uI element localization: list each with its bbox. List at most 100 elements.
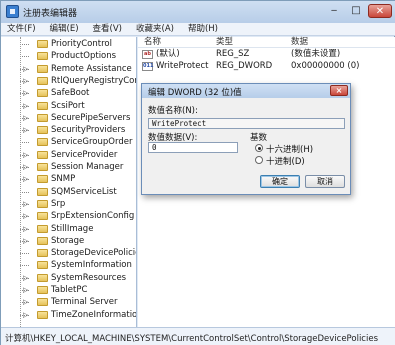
tree-item-label: Terminal Server	[51, 297, 118, 308]
tree-connector	[20, 44, 29, 45]
tree-item[interactable]: ▷ ScsiPort	[1, 100, 136, 112]
tree-item[interactable]: ▷ SrpExtensionConfig	[1, 211, 136, 222]
registry-key-tree[interactable]: PriorityControl ProductOptions ▷ Remote Ass…	[1, 37, 137, 327]
tree-item-label: ScsiPort	[51, 100, 85, 111]
tree-item[interactable]: SQMServiceList	[1, 186, 136, 198]
column-header-data[interactable]: 数据	[291, 37, 308, 48]
tree-item[interactable]: ▷ SafeBoot	[1, 88, 136, 99]
dialog-title-bar: 编辑 DWORD (32 位)值 ×	[142, 84, 350, 98]
tree-item-label: SQMServiceList	[51, 186, 117, 197]
tree-item[interactable]: ▷ TabletPC	[1, 285, 136, 296]
folder-icon	[37, 286, 48, 294]
value-data: 0x00000000 (0)	[291, 61, 360, 71]
value-name-field[interactable]: WriteProtect	[148, 118, 345, 129]
tree-connector	[20, 265, 29, 267]
tree-item[interactable]: ▷ ServiceProvider	[1, 149, 136, 161]
close-button[interactable]: ✕	[368, 4, 392, 18]
tree-item[interactable]: StorageDevicePolicies	[1, 248, 137, 259]
folder-icon	[37, 236, 48, 245]
menu-edit[interactable]: 编辑(E)	[50, 23, 79, 35]
expand-arrow-icon[interactable]: ▷	[23, 175, 28, 183]
expand-arrow-icon[interactable]: ▷	[23, 114, 28, 122]
tree-item-label: Srp	[51, 198, 66, 209]
tree-item[interactable]: ▷ TimeZoneInformation	[1, 310, 136, 321]
cancel-button[interactable]: 取消	[305, 175, 345, 188]
hex-radio-label[interactable]: 十六进制(H)	[266, 143, 313, 155]
tree-item[interactable]: ▷ Remote Assistance	[1, 64, 136, 75]
tree-item[interactable]: ProductOptions	[1, 51, 136, 62]
folder-icon	[37, 273, 48, 282]
folder-icon	[37, 126, 48, 135]
folder-icon	[37, 76, 48, 85]
decimal-radio[interactable]	[255, 156, 263, 164]
tree-item-label: TabletPC	[51, 285, 88, 295]
tree-item[interactable]: ▷ RtlQueryRegistryConf	[1, 76, 136, 87]
expand-arrow-icon[interactable]: ▷	[23, 102, 28, 110]
folder-icon	[37, 163, 48, 171]
menu-favorites[interactable]: 收藏夹(A)	[136, 23, 174, 35]
minimize-button[interactable]: ‒	[324, 4, 344, 18]
tree-item[interactable]: PriorityControl	[1, 39, 136, 50]
folder-icon	[37, 298, 48, 307]
expand-arrow-icon[interactable]: ▷	[23, 89, 28, 97]
tree-item[interactable]: SystemInformation	[1, 260, 136, 271]
string-value-icon: ab	[142, 50, 153, 59]
folder-icon	[37, 249, 48, 258]
expand-arrow-icon[interactable]: ▷	[23, 311, 28, 319]
value-row-writeprotect[interactable]: 011 WriteProtect REG_DWORD 0x00000000 (0…	[138, 61, 395, 72]
menu-file[interactable]: 文件(F)	[7, 23, 36, 35]
tree-item-label: SystemResources	[51, 272, 127, 283]
value-data: (数值未设置)	[291, 49, 341, 59]
expand-arrow-icon[interactable]: ▷	[23, 286, 28, 294]
expand-arrow-icon[interactable]: ▷	[23, 298, 28, 306]
folder-icon	[37, 40, 48, 48]
expand-arrow-icon[interactable]: ▷	[23, 274, 28, 282]
expand-arrow-icon[interactable]: ▷	[23, 77, 28, 85]
tree-item[interactable]: ▷ Session Manager	[1, 162, 136, 173]
registry-editor-window: 注册表编辑器 ‒ □ ✕ 文件(F) 编辑(E) 查看(V) 收藏夹(A) 帮助…	[0, 0, 395, 345]
tree-connector	[20, 253, 29, 255]
menu-bar: 文件(F) 编辑(E) 查看(V) 收藏夹(A) 帮助(H)	[1, 23, 395, 36]
column-header-name[interactable]: 名称	[144, 37, 161, 48]
dword-value-icon: 011	[142, 62, 154, 71]
expand-arrow-icon[interactable]: ▷	[23, 126, 28, 134]
expand-arrow-icon[interactable]: ▷	[23, 200, 28, 208]
expand-arrow-icon[interactable]: ▷	[23, 151, 28, 159]
expand-arrow-icon[interactable]: ▷	[23, 212, 28, 220]
tree-item-label: ServiceGroupOrder	[51, 137, 133, 148]
tree-item-label: StorageDevicePolicies	[51, 248, 137, 259]
tree-item[interactable]: ▷ Storage	[1, 236, 136, 247]
tree-item[interactable]: ▷ Terminal Server	[1, 297, 136, 308]
tree-item[interactable]: ▷ SNMP	[1, 174, 136, 185]
menu-help[interactable]: 帮助(H)	[188, 23, 218, 35]
tree-item[interactable]: ServiceGroupOrder	[1, 137, 136, 148]
edit-dword-dialog: 编辑 DWORD (32 位)值 × 数值名称(N): WriteProtect…	[141, 83, 351, 195]
column-header-type[interactable]: 类型	[216, 37, 233, 48]
tree-item[interactable]: ▷ Srp	[1, 198, 136, 210]
tree-connector	[20, 56, 29, 58]
hex-radio[interactable]	[255, 144, 263, 152]
folder-icon	[37, 89, 48, 98]
tree-item[interactable]: ▷ SystemResources	[1, 272, 136, 284]
tree-guide-line	[20, 37, 21, 327]
ok-button[interactable]: 确定	[260, 175, 300, 188]
expand-arrow-icon[interactable]: ▷	[23, 225, 28, 233]
expand-arrow-icon[interactable]: ▷	[23, 237, 28, 245]
value-data-field[interactable]: 0	[148, 142, 238, 153]
folder-icon	[37, 113, 48, 122]
value-name-label: 数值名称(N):	[148, 106, 198, 116]
tree-item[interactable]: ▷ StillImage	[1, 224, 136, 235]
maximize-button[interactable]: □	[346, 4, 366, 18]
expand-arrow-icon[interactable]: ▷	[23, 163, 28, 171]
expand-arrow-icon[interactable]: ▷	[23, 65, 28, 73]
dialog-close-button[interactable]: ×	[330, 85, 348, 96]
tree-item[interactable]: ▷ SecurityProviders	[1, 125, 136, 136]
decimal-radio-label[interactable]: 十进制(D)	[266, 155, 305, 167]
folder-icon	[37, 52, 48, 61]
tree-item[interactable]: ▷ SecurePipeServers	[1, 113, 136, 124]
folder-icon	[37, 261, 48, 270]
tree-item-label: SecurityProviders	[51, 125, 126, 136]
menu-view[interactable]: 查看(V)	[93, 23, 122, 35]
tree-item-label: ServiceProvider	[51, 149, 118, 160]
value-row-default[interactable]: ab (默认) REG_SZ (数值未设置)	[138, 49, 395, 60]
